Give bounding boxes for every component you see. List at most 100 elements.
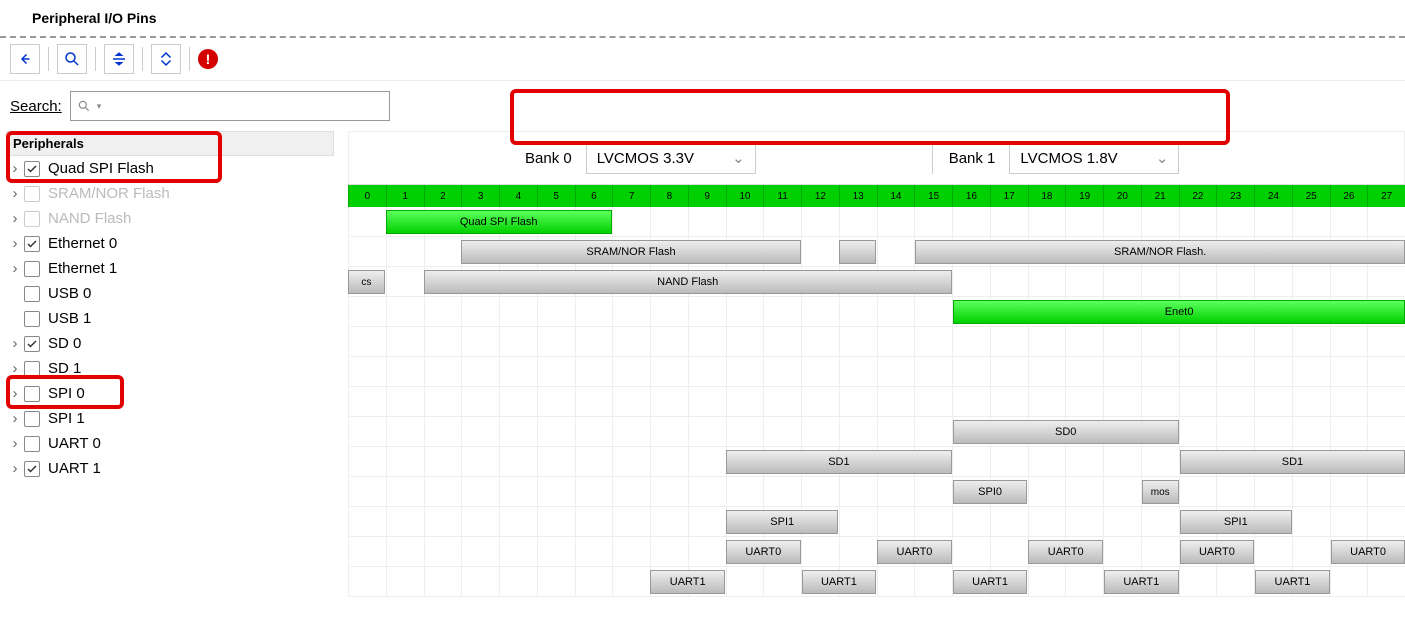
- checkbox[interactable]: [24, 361, 40, 377]
- checkbox[interactable]: [24, 236, 40, 252]
- checkbox[interactable]: [24, 461, 40, 477]
- pin-bar-uart1[interactable]: UART1: [1104, 570, 1179, 594]
- checkbox[interactable]: [24, 161, 40, 177]
- pin-bar-uart0[interactable]: UART0: [877, 540, 952, 564]
- pin-bar-spi1[interactable]: SPI1: [726, 510, 838, 534]
- tree-item-nand-flash[interactable]: ›NAND Flash: [6, 206, 334, 231]
- pin-header-cell[interactable]: 14: [877, 185, 915, 207]
- pin-bar-uart1[interactable]: UART1: [802, 570, 877, 594]
- pin-header-cell[interactable]: 26: [1330, 185, 1368, 207]
- checkbox[interactable]: [24, 411, 40, 427]
- pin-header-cell[interactable]: 24: [1254, 185, 1292, 207]
- pin-bar-blank[interactable]: [839, 240, 876, 264]
- pin-header-cell[interactable]: 9: [688, 185, 726, 207]
- pin-header-cell[interactable]: 27: [1367, 185, 1405, 207]
- search-input-wrap[interactable]: ▾: [70, 91, 390, 121]
- pin-bar-uart1[interactable]: UART1: [650, 570, 725, 594]
- pin-header-cell[interactable]: 16: [952, 185, 990, 207]
- chevron-right-icon[interactable]: ›: [10, 360, 20, 377]
- pin-bar-spi0[interactable]: SPI0: [953, 480, 1028, 504]
- pin-bar-uart0[interactable]: UART0: [1331, 540, 1405, 564]
- pin-header-cell[interactable]: 5: [537, 185, 575, 207]
- chevron-right-icon[interactable]: ›: [10, 210, 20, 227]
- checkbox[interactable]: [24, 436, 40, 452]
- pin-bar-mos[interactable]: mos: [1142, 480, 1179, 504]
- bank1-select[interactable]: LVCMOS 1.8V ⌄: [1009, 142, 1179, 174]
- pin-bar-nand-flash[interactable]: NAND Flash: [424, 270, 952, 294]
- pin-header-cell[interactable]: 1: [386, 185, 424, 207]
- pin-header-cell[interactable]: 3: [461, 185, 499, 207]
- pin-bar-uart1[interactable]: UART1: [1255, 570, 1330, 594]
- checkbox[interactable]: [24, 286, 40, 302]
- pin-header-cell[interactable]: 18: [1028, 185, 1066, 207]
- tree-item-quad-spi-flash[interactable]: ›Quad SPI Flash: [6, 156, 334, 181]
- pin-bar-cs[interactable]: cs: [348, 270, 385, 294]
- tree-item-spi-0[interactable]: ›SPI 0: [6, 381, 334, 406]
- tree-item-uart-0[interactable]: ›UART 0: [6, 431, 334, 456]
- pin-header-cell[interactable]: 23: [1216, 185, 1254, 207]
- pin-header-cell[interactable]: 10: [726, 185, 764, 207]
- bank0-select[interactable]: LVCMOS 3.3V ⌄: [586, 142, 756, 174]
- pin-header-cell[interactable]: 2: [424, 185, 462, 207]
- tree-item-sd-0[interactable]: ›SD 0: [6, 331, 334, 356]
- bank0-cell: Bank 0 LVCMOS 3.3V ⌄: [519, 142, 756, 174]
- pin-bar-sd1[interactable]: SD1: [726, 450, 952, 474]
- pin-bar-spi1[interactable]: SPI1: [1180, 510, 1292, 534]
- tree-item-spi-1[interactable]: ›SPI 1: [6, 406, 334, 431]
- pin-bar-sd1[interactable]: SD1: [1180, 450, 1405, 474]
- pin-bar-sd0[interactable]: SD0: [953, 420, 1179, 444]
- chevron-right-icon[interactable]: ›: [10, 235, 20, 252]
- pin-header-cell[interactable]: 22: [1179, 185, 1217, 207]
- pin-header-cell[interactable]: 12: [801, 185, 839, 207]
- back-button[interactable]: [10, 44, 40, 74]
- pin-header-cell[interactable]: 21: [1141, 185, 1179, 207]
- checkbox[interactable]: [24, 386, 40, 402]
- pin-header-cell[interactable]: 17: [990, 185, 1028, 207]
- checkbox[interactable]: [24, 311, 40, 327]
- checkbox[interactable]: [24, 336, 40, 352]
- pin-bar-sram-nor-flash[interactable]: SRAM/NOR Flash: [461, 240, 800, 264]
- search-input[interactable]: [107, 99, 382, 114]
- pin-header-cell[interactable]: 8: [650, 185, 688, 207]
- collapse-all-button[interactable]: [104, 44, 134, 74]
- chevron-right-icon[interactable]: ›: [10, 185, 20, 202]
- chevron-right-icon[interactable]: ›: [10, 460, 20, 477]
- pin-header-cell[interactable]: 25: [1292, 185, 1330, 207]
- chevron-right-icon[interactable]: ›: [10, 335, 20, 352]
- tree-item-usb-1[interactable]: USB 1: [6, 306, 334, 331]
- tree-item-uart-1[interactable]: ›UART 1: [6, 456, 334, 481]
- pin-header-cell[interactable]: 20: [1103, 185, 1141, 207]
- bank0-value: LVCMOS 3.3V: [597, 150, 694, 167]
- tree-item-sram-nor-flash[interactable]: ›SRAM/NOR Flash: [6, 181, 334, 206]
- tree-item-sd-1[interactable]: ›SD 1: [6, 356, 334, 381]
- chevron-right-icon[interactable]: ›: [10, 410, 20, 427]
- pin-bar-uart0[interactable]: UART0: [1028, 540, 1103, 564]
- pin-header-cell[interactable]: 7: [612, 185, 650, 207]
- pin-header-cell[interactable]: 4: [499, 185, 537, 207]
- search-tool-button[interactable]: [57, 44, 87, 74]
- pin-bar-sram-nor-flash-[interactable]: SRAM/NOR Flash.: [915, 240, 1405, 264]
- tree-item-ethernet-1[interactable]: ›Ethernet 1: [6, 256, 334, 281]
- tree-item-usb-0[interactable]: USB 0: [6, 281, 334, 306]
- chevron-right-icon[interactable]: ›: [10, 160, 20, 177]
- pin-header: 0123456789101112131415161718192021222324…: [348, 185, 1405, 207]
- checkbox[interactable]: [24, 261, 40, 277]
- pin-header-cell[interactable]: 6: [575, 185, 613, 207]
- pin-bar-quad-spi-flash[interactable]: Quad SPI Flash: [386, 210, 612, 234]
- pin-bar-uart1[interactable]: UART1: [953, 570, 1028, 594]
- chevron-right-icon[interactable]: ›: [10, 260, 20, 277]
- pin-bar-enet0[interactable]: Enet0: [953, 300, 1405, 324]
- pin-header-cell[interactable]: 15: [914, 185, 952, 207]
- pin-header-cell[interactable]: 0: [348, 185, 386, 207]
- pin-bar-uart0[interactable]: UART0: [726, 540, 801, 564]
- chevron-right-icon[interactable]: ›: [10, 385, 20, 402]
- pin-header-cell[interactable]: 13: [839, 185, 877, 207]
- pin-header-cell[interactable]: 19: [1065, 185, 1103, 207]
- pin-header-cell[interactable]: 11: [763, 185, 801, 207]
- tree-item-ethernet-0[interactable]: ›Ethernet 0: [6, 231, 334, 256]
- expand-all-button[interactable]: [151, 44, 181, 74]
- chevron-right-icon[interactable]: ›: [10, 435, 20, 452]
- bank-row: Bank 0 LVCMOS 3.3V ⌄ Bank 1 LVCMOS 1.8V …: [348, 131, 1405, 184]
- pin-bar-uart0[interactable]: UART0: [1180, 540, 1255, 564]
- error-badge[interactable]: !: [198, 49, 218, 69]
